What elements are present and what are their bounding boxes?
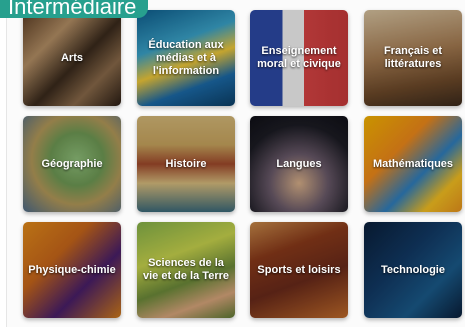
subject-tile-francais-litteratures[interactable]: Français et littératures xyxy=(364,10,462,106)
subject-label: Langues xyxy=(276,157,322,170)
subject-tile-arts[interactable]: Arts xyxy=(23,10,121,106)
subject-tile-histoire[interactable]: Histoire xyxy=(137,116,235,212)
subject-label: Technologie xyxy=(381,263,445,276)
subject-tile-langues[interactable]: Langues xyxy=(250,116,348,212)
subject-tile-mathematiques[interactable]: Mathématiques xyxy=(364,116,462,212)
subject-label: Géographie xyxy=(41,157,103,170)
subject-tile-sports-loisirs[interactable]: Sports et loisirs xyxy=(250,222,348,318)
subject-label: Sports et loisirs xyxy=(257,263,341,276)
subject-label: Physique-chimie xyxy=(28,263,116,276)
subject-tile-physique-chimie[interactable]: Physique-chimie xyxy=(23,222,121,318)
subject-label: Éducation aux médias et à l'information xyxy=(148,38,224,77)
subject-label: Français et littératures xyxy=(383,45,443,70)
subject-label: Sciences de la vie et de la Terre xyxy=(142,257,229,282)
subject-tile-enseignement-moral-civique[interactable]: Enseignement moral et civique xyxy=(250,10,348,106)
subject-label: Enseignement moral et civique xyxy=(257,45,341,70)
subject-label: Arts xyxy=(60,51,83,64)
subject-tile-education-medias[interactable]: Éducation aux médias et à l'information xyxy=(137,10,235,106)
subject-tile-sciences-vie-terre[interactable]: Sciences de la vie et de la Terre xyxy=(137,222,235,318)
subject-tile-geographie[interactable]: Géographie xyxy=(23,116,121,212)
level-badge: Intermédiaire xyxy=(0,0,149,18)
subject-tile-technologie[interactable]: Technologie xyxy=(364,222,462,318)
subjects-grid: Arts Éducation aux médias et à l'informa… xyxy=(23,10,463,320)
subject-label: Histoire xyxy=(165,157,207,170)
subject-label: Mathématiques xyxy=(372,157,454,170)
subjects-panel: Arts Éducation aux médias et à l'informa… xyxy=(6,0,465,327)
